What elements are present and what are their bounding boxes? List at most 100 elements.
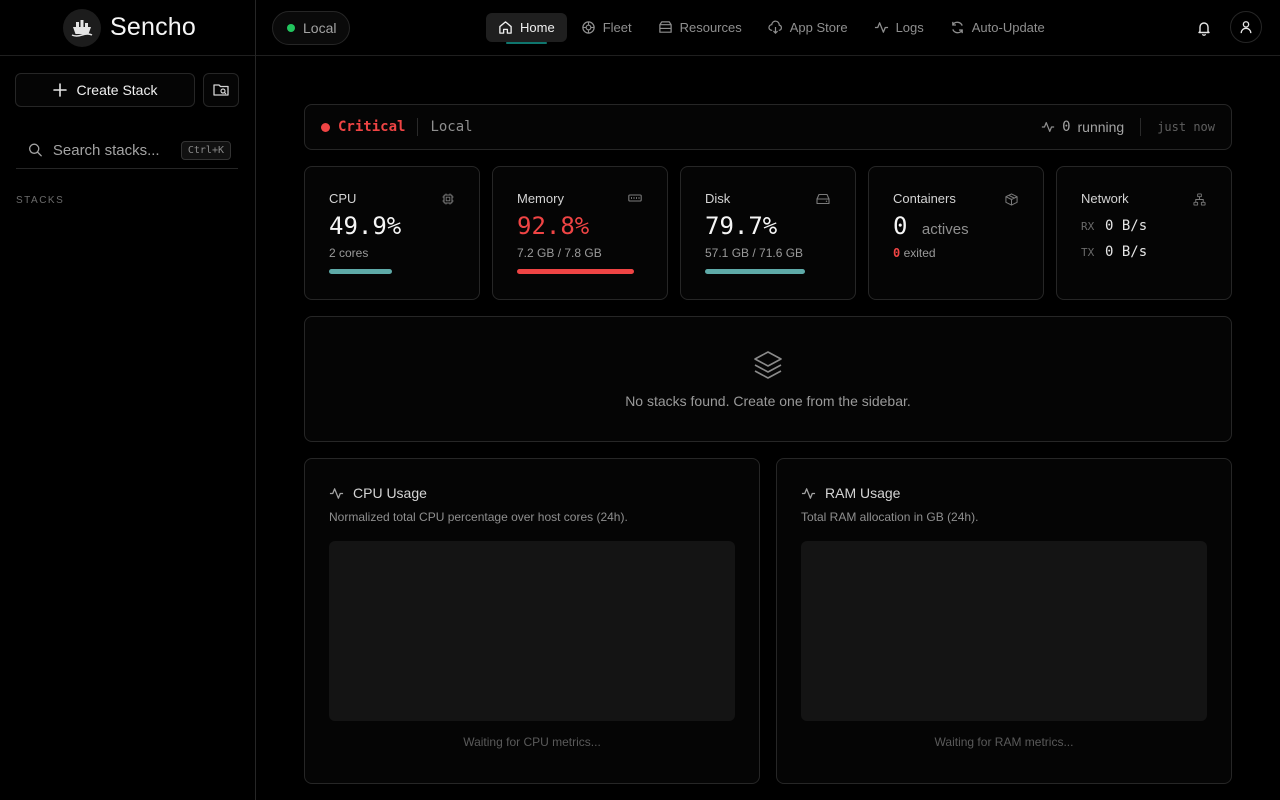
refresh-icon	[951, 21, 963, 34]
tab-auto-update-label: Auto-Update	[971, 20, 1045, 35]
running-summary: 0 running just now	[1041, 118, 1215, 136]
actives-label: actives	[921, 221, 969, 238]
node-online-dot	[287, 24, 295, 32]
tab-app-store-label: App Store	[789, 20, 848, 35]
ram-chart-placeholder	[801, 541, 1207, 721]
ram-usage-panel: RAM Usage Total RAM allocation in GB (24…	[776, 458, 1232, 784]
network-icon	[1193, 193, 1206, 206]
cpu-usage-panel: CPU Usage Normalized total CPU percentag…	[304, 458, 760, 784]
disk-usage: 57.1 GB / 71.6 GB	[705, 246, 804, 260]
tab-home-label: Home	[520, 20, 555, 35]
plus-icon	[52, 83, 67, 97]
main-nav: Home Fleet Resources App Store Logs Auto…	[486, 13, 1057, 44]
network-card-title: Network	[1081, 191, 1129, 206]
containers-value-row: 0 actives	[893, 212, 1019, 240]
topbar: Local Home Fleet Resources App Store Log…	[256, 0, 1280, 56]
hard-drive-icon	[816, 193, 830, 205]
tab-fleet-label: Fleet	[602, 20, 632, 35]
ram-usage-header: RAM Usage	[801, 485, 1207, 501]
last-updated: just now	[1157, 120, 1215, 134]
activity-icon	[801, 487, 816, 499]
cpu-card-title: CPU	[329, 191, 357, 206]
status-level-text: Critical	[338, 119, 406, 135]
cpu-value: 49.9%	[329, 212, 402, 240]
cpu-cores: 2 cores	[329, 246, 369, 260]
search-input[interactable]	[52, 141, 181, 159]
rx-value: 0 B/s	[1105, 218, 1148, 234]
empty-message: No stacks found. Create one from the sid…	[625, 393, 911, 409]
disk-value: 79.7%	[705, 212, 778, 240]
cpu-chip-icon	[442, 193, 454, 205]
empty-stacks-state: No stacks found. Create one from the sid…	[304, 316, 1232, 442]
divider	[417, 118, 419, 136]
layers-icon	[754, 351, 782, 379]
tx-label: TX	[1081, 245, 1095, 259]
exited-label: exited	[903, 246, 936, 260]
tab-auto-update[interactable]: Auto-Update	[938, 13, 1057, 42]
disk-progress-bar	[705, 269, 806, 274]
containers-card-title: Containers	[893, 191, 956, 206]
search-bar: Ctrl+K	[16, 132, 238, 169]
status-node: Local	[430, 119, 473, 135]
containers-count: 0	[893, 212, 908, 240]
tab-home[interactable]: Home	[486, 13, 567, 44]
node-name: Local	[303, 20, 337, 36]
tx-row: TX 0 B/s	[1081, 244, 1207, 260]
bell-icon	[1198, 22, 1210, 36]
divider	[1140, 118, 1142, 136]
tx-value: 0 B/s	[1105, 244, 1148, 260]
cloud-download-icon	[768, 20, 782, 34]
create-stack-button[interactable]: Create Stack	[15, 73, 195, 107]
memory-value: 92.8%	[517, 212, 590, 240]
activity-icon	[1041, 122, 1055, 132]
home-icon	[499, 21, 512, 34]
resources-icon	[658, 21, 672, 33]
tab-app-store[interactable]: App Store	[756, 13, 860, 42]
status-level: Critical	[321, 119, 405, 135]
open-folder-button[interactable]	[203, 73, 239, 107]
exited-row: 0 exited	[893, 246, 1019, 260]
brand-name: Sencho	[110, 13, 196, 41]
cpu-progress-bar	[329, 269, 392, 274]
ram-usage-description: Total RAM allocation in GB (24h).	[801, 510, 979, 524]
create-row: Create Stack	[15, 73, 239, 107]
cpu-card: CPU 49.9% 2 cores	[304, 166, 480, 300]
fleet-icon	[581, 21, 595, 34]
create-stack-label: Create Stack	[76, 82, 158, 98]
disk-card: Disk 79.7% 57.1 GB / 71.6 GB	[680, 166, 856, 300]
cpu-usage-header: CPU Usage	[329, 485, 735, 501]
containers-card: Containers 0 actives 0 exited	[868, 166, 1044, 300]
brand[interactable]: Sencho	[0, 0, 255, 56]
tab-logs-label: Logs	[895, 20, 924, 35]
cpu-usage-description: Normalized total CPU percentage over hos…	[329, 510, 628, 524]
memory-card-title: Memory	[517, 191, 564, 206]
user-icon	[1240, 21, 1252, 34]
exited-count: 0	[893, 246, 901, 260]
critical-dot	[321, 122, 330, 132]
user-menu-button[interactable]	[1230, 11, 1262, 43]
stacks-heading: STACKS	[16, 195, 65, 206]
cpu-waiting-text: Waiting for CPU metrics...	[463, 735, 601, 749]
tab-resources[interactable]: Resources	[646, 13, 754, 42]
sencho-logo-icon	[63, 8, 101, 47]
disk-card-title: Disk	[705, 191, 731, 206]
tab-fleet[interactable]: Fleet	[569, 13, 644, 42]
notifications-button[interactable]	[1188, 12, 1220, 44]
activity-icon	[329, 487, 344, 499]
cpu-usage-title: CPU Usage	[353, 485, 427, 501]
memory-card: Memory 92.8% 7.2 GB / 7.8 GB	[492, 166, 668, 300]
package-icon	[1005, 193, 1018, 206]
tab-logs[interactable]: Logs	[862, 13, 936, 42]
ram-usage-title: RAM Usage	[825, 485, 901, 501]
folder-search-icon	[213, 84, 229, 96]
search-shortcut: Ctrl+K	[180, 140, 231, 160]
node-selector[interactable]: Local	[272, 11, 351, 45]
rx-row: RX 0 B/s	[1081, 218, 1207, 234]
cpu-chart-placeholder	[329, 541, 735, 721]
network-card: Network RX 0 B/s TX 0 B/s	[1056, 166, 1232, 300]
ram-waiting-text: Waiting for RAM metrics...	[934, 735, 1074, 749]
tab-resources-label: Resources	[679, 20, 742, 35]
memory-usage: 7.2 GB / 7.8 GB	[517, 246, 602, 260]
memory-stick-icon	[628, 194, 642, 202]
system-status-bar: Critical Local 0 running just now	[304, 104, 1232, 150]
